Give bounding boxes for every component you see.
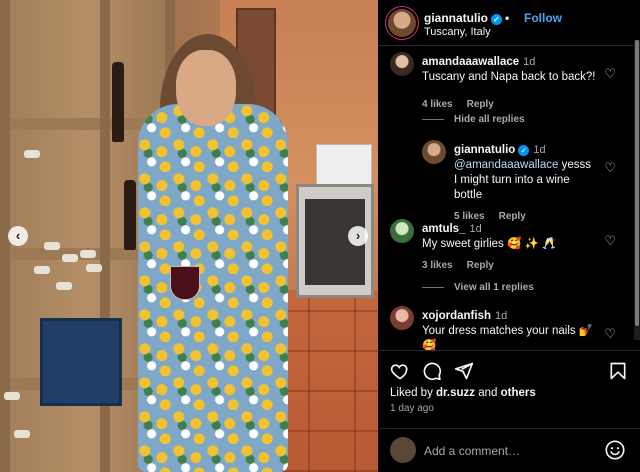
liked-by-middle: and bbox=[475, 387, 501, 399]
liked-by-user[interactable]: dr.suzz bbox=[436, 387, 475, 399]
bottle-cap bbox=[80, 250, 96, 258]
comment-text: Your dress matches your nails 💅 bbox=[422, 325, 594, 337]
bottle-cap bbox=[4, 392, 20, 400]
bookmark-icon[interactable] bbox=[608, 361, 628, 381]
post-author[interactable]: giannatulio ✓ • bbox=[424, 11, 512, 25]
post-photo[interactable]: ‹ › bbox=[0, 0, 378, 472]
view-replies-label[interactable]: View all 1 replies bbox=[454, 282, 534, 293]
avatar[interactable] bbox=[422, 140, 446, 164]
bottle-cap bbox=[56, 282, 72, 290]
comment-likes[interactable]: 4 likes bbox=[422, 99, 453, 110]
heart-icon[interactable] bbox=[390, 361, 410, 381]
post-author-username[interactable]: giannatulio bbox=[424, 11, 488, 25]
reply-button[interactable]: Reply bbox=[467, 260, 494, 271]
mention-link[interactable]: @amandaaawallace bbox=[454, 159, 558, 171]
heart-icon[interactable]: ♡ bbox=[604, 66, 616, 82]
comment-time: 1d bbox=[469, 223, 482, 235]
avatar[interactable] bbox=[390, 52, 414, 76]
comment-input[interactable] bbox=[424, 441, 594, 461]
comment-likes[interactable]: 3 likes bbox=[422, 260, 453, 271]
comment-text: My sweet girlies 🥰 ✨ 🥂 bbox=[422, 238, 557, 250]
follow-button[interactable]: Follow bbox=[524, 11, 562, 25]
bottle-cap bbox=[14, 430, 30, 438]
bottle-cap bbox=[62, 254, 78, 262]
floral-dress bbox=[138, 104, 288, 472]
separator-dot: • bbox=[505, 11, 510, 25]
bottle-cap bbox=[34, 266, 50, 274]
verified-badge-icon: ✓ bbox=[518, 145, 530, 156]
wine-glass bbox=[170, 266, 200, 300]
avatar[interactable] bbox=[390, 306, 414, 330]
comment-time: 1d bbox=[533, 144, 546, 156]
comment-icon[interactable] bbox=[422, 361, 442, 381]
comment-username[interactable]: giannatulio bbox=[454, 144, 515, 156]
avatar[interactable] bbox=[390, 219, 414, 243]
woman-figure bbox=[120, 34, 310, 472]
liked-by-text: Liked by dr.suzz and others bbox=[390, 387, 536, 399]
chevron-right-icon[interactable]: › bbox=[348, 226, 368, 246]
comment-text: Tuscany and Napa back to back?! bbox=[422, 71, 596, 83]
comment-username[interactable]: amandaaawallace bbox=[422, 56, 519, 68]
blue-crate bbox=[40, 318, 122, 406]
wine-box bbox=[316, 144, 372, 186]
avatar[interactable] bbox=[388, 9, 416, 37]
liked-by-prefix: Liked by bbox=[390, 387, 437, 399]
face bbox=[176, 50, 236, 126]
post-header: giannatulio ✓ • Follow Tuscany, Italy bbox=[378, 0, 640, 46]
view-replies-link[interactable]: View all 1 replies bbox=[422, 282, 534, 293]
heart-icon[interactable]: ♡ bbox=[604, 233, 616, 249]
post-time-ago[interactable]: 1 day ago bbox=[390, 403, 434, 414]
emoji-icon[interactable] bbox=[604, 439, 626, 461]
action-bar: Liked by dr.suzz and others 1 day ago bbox=[378, 350, 640, 430]
comment-username[interactable]: amtuls_ bbox=[422, 223, 465, 235]
post-location[interactable]: Tuscany, Italy bbox=[424, 26, 491, 38]
comment-time: 1d bbox=[523, 56, 536, 68]
liked-by-others[interactable]: others bbox=[501, 387, 536, 399]
comment-time: 1d bbox=[495, 310, 508, 322]
hide-replies-link[interactable]: Hide all replies bbox=[422, 114, 525, 125]
bottle-cap bbox=[86, 264, 102, 272]
send-icon[interactable] bbox=[454, 361, 474, 381]
comment-username[interactable]: xojordanfish bbox=[422, 310, 491, 322]
bottle-cap bbox=[24, 150, 40, 158]
add-comment-bar bbox=[378, 428, 640, 472]
reply-button[interactable]: Reply bbox=[467, 99, 494, 110]
scrollbar[interactable] bbox=[634, 40, 640, 340]
heart-icon[interactable]: ♡ bbox=[604, 160, 616, 176]
bottle-cap bbox=[44, 242, 60, 250]
heart-icon[interactable]: ♡ bbox=[604, 326, 616, 342]
hide-replies-label[interactable]: Hide all replies bbox=[454, 114, 525, 125]
verified-badge-icon: ✓ bbox=[491, 14, 502, 25]
avatar bbox=[390, 437, 416, 463]
comments-panel: giannatulio ✓ • Follow Tuscany, Italy aman… bbox=[378, 0, 640, 472]
chevron-left-icon[interactable]: ‹ bbox=[8, 226, 28, 246]
